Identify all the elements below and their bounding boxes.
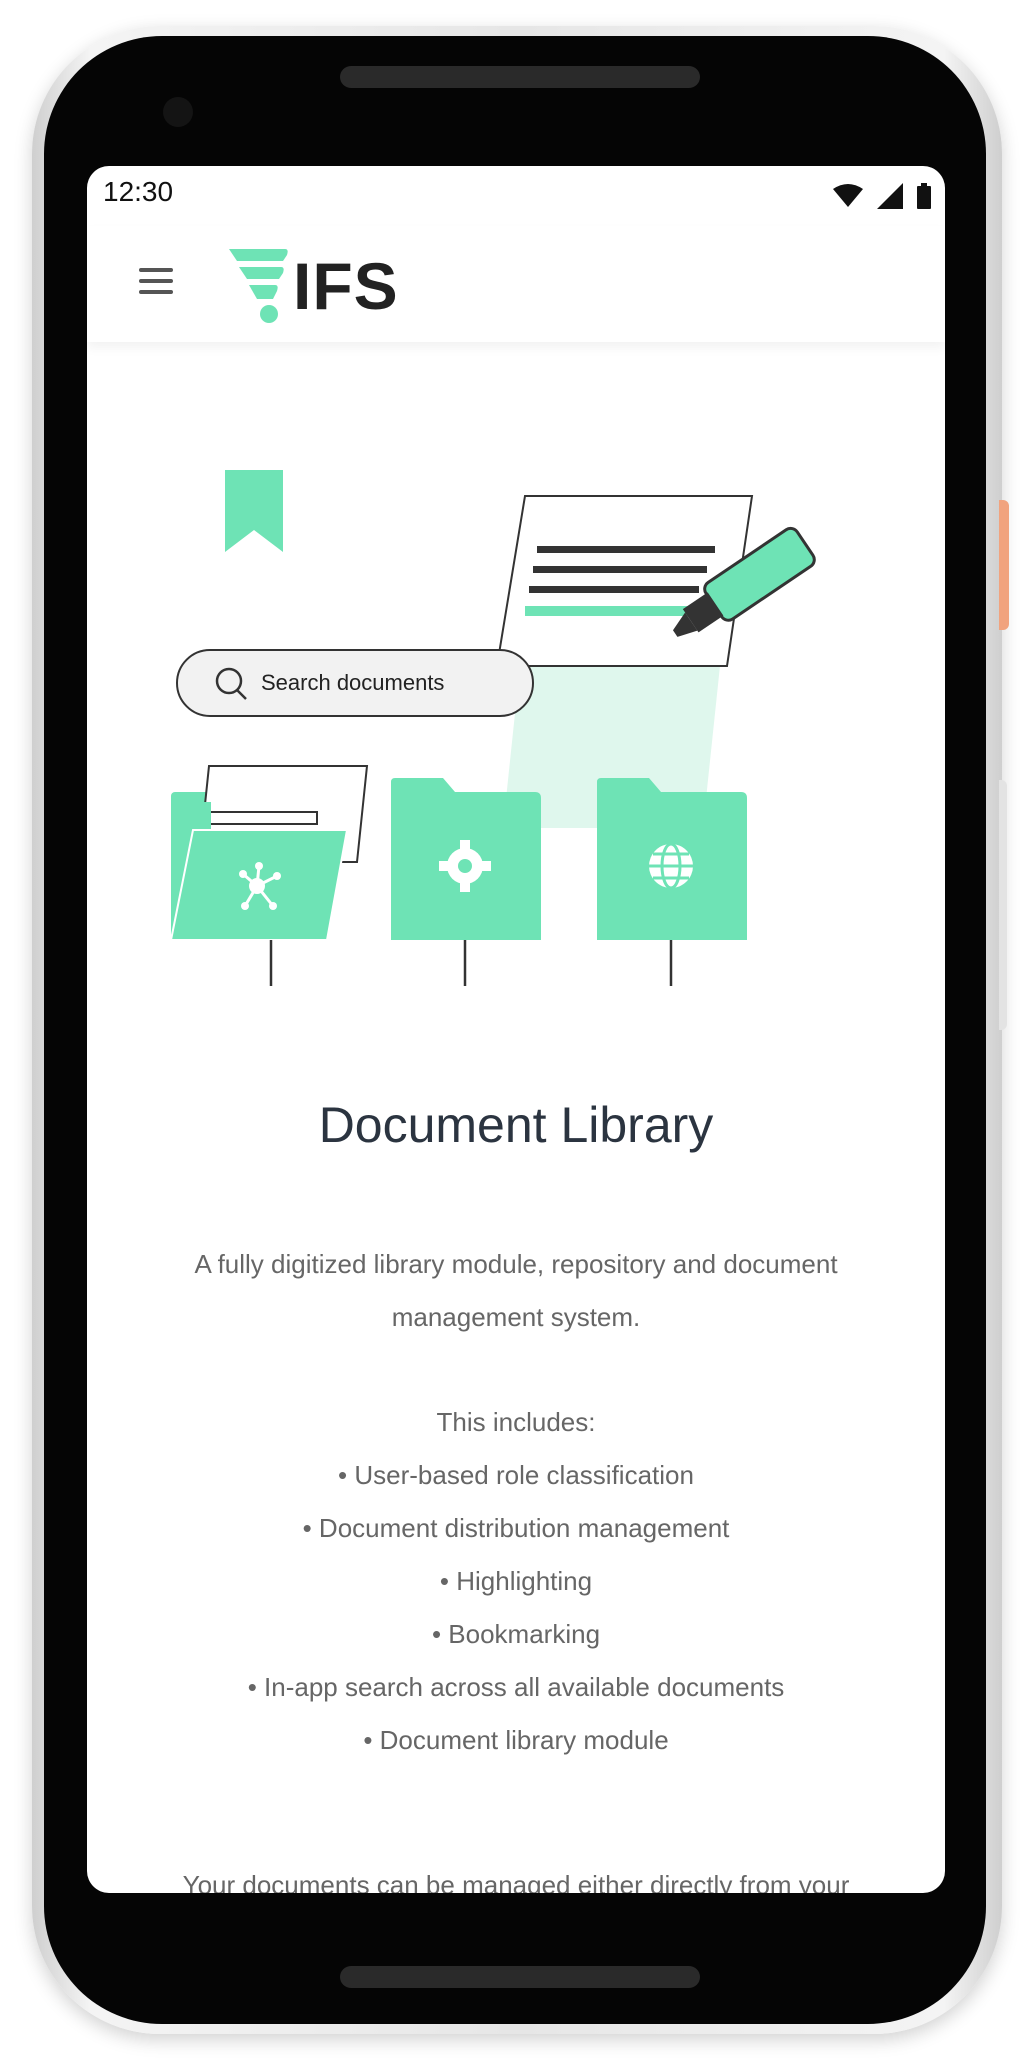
search-bar-illustration: Search documents bbox=[176, 649, 534, 717]
menu-icon[interactable] bbox=[139, 268, 173, 298]
document-library-illustration: Search documents bbox=[169, 470, 816, 986]
search-placeholder: Search documents bbox=[261, 670, 444, 695]
feature-item: • Bookmarking bbox=[431, 1619, 601, 1649]
page-title: Document Library bbox=[318, 1097, 714, 1153]
ifs-logo: IFS bbox=[227, 246, 399, 326]
feature-list: This includes: • User-based role classif… bbox=[87, 1396, 945, 1767]
volume-button bbox=[999, 780, 1007, 1030]
bottom-speaker bbox=[340, 1966, 700, 1988]
feature-item: • Document distribution management bbox=[302, 1513, 730, 1543]
phone-screen: 12:30 IFS Search documents Document Libr… bbox=[87, 166, 945, 1893]
feature-item: • In-app search across all available doc… bbox=[247, 1672, 785, 1702]
ifs-logo-mark bbox=[229, 249, 288, 323]
status-icons bbox=[833, 176, 931, 216]
includes-heading: This includes: bbox=[436, 1407, 596, 1437]
bookmark-icon bbox=[225, 470, 283, 552]
wifi-icon bbox=[833, 184, 863, 207]
globe-folder-icon bbox=[597, 778, 747, 940]
feature-item: • Document library module bbox=[363, 1725, 669, 1755]
logo-text: IFS bbox=[293, 249, 399, 323]
network-folder-icon bbox=[169, 765, 369, 941]
battery-icon bbox=[917, 183, 931, 209]
top-speaker bbox=[340, 66, 700, 88]
power-button bbox=[999, 500, 1009, 630]
signal-icon bbox=[877, 183, 903, 209]
status-time: 12:30 bbox=[103, 176, 174, 207]
app-bar: IFS bbox=[87, 226, 945, 342]
page-description: A fully digitized library module, reposi… bbox=[194, 1249, 838, 1332]
cut-off-paragraph: Your documents can be managed either dir… bbox=[182, 1870, 850, 1893]
settings-folder-icon bbox=[391, 778, 541, 940]
status-bar: 12:30 bbox=[87, 166, 945, 226]
feature-item: • Highlighting bbox=[439, 1566, 593, 1596]
front-camera bbox=[163, 97, 193, 127]
feature-item: • User-based role classification bbox=[338, 1460, 694, 1490]
